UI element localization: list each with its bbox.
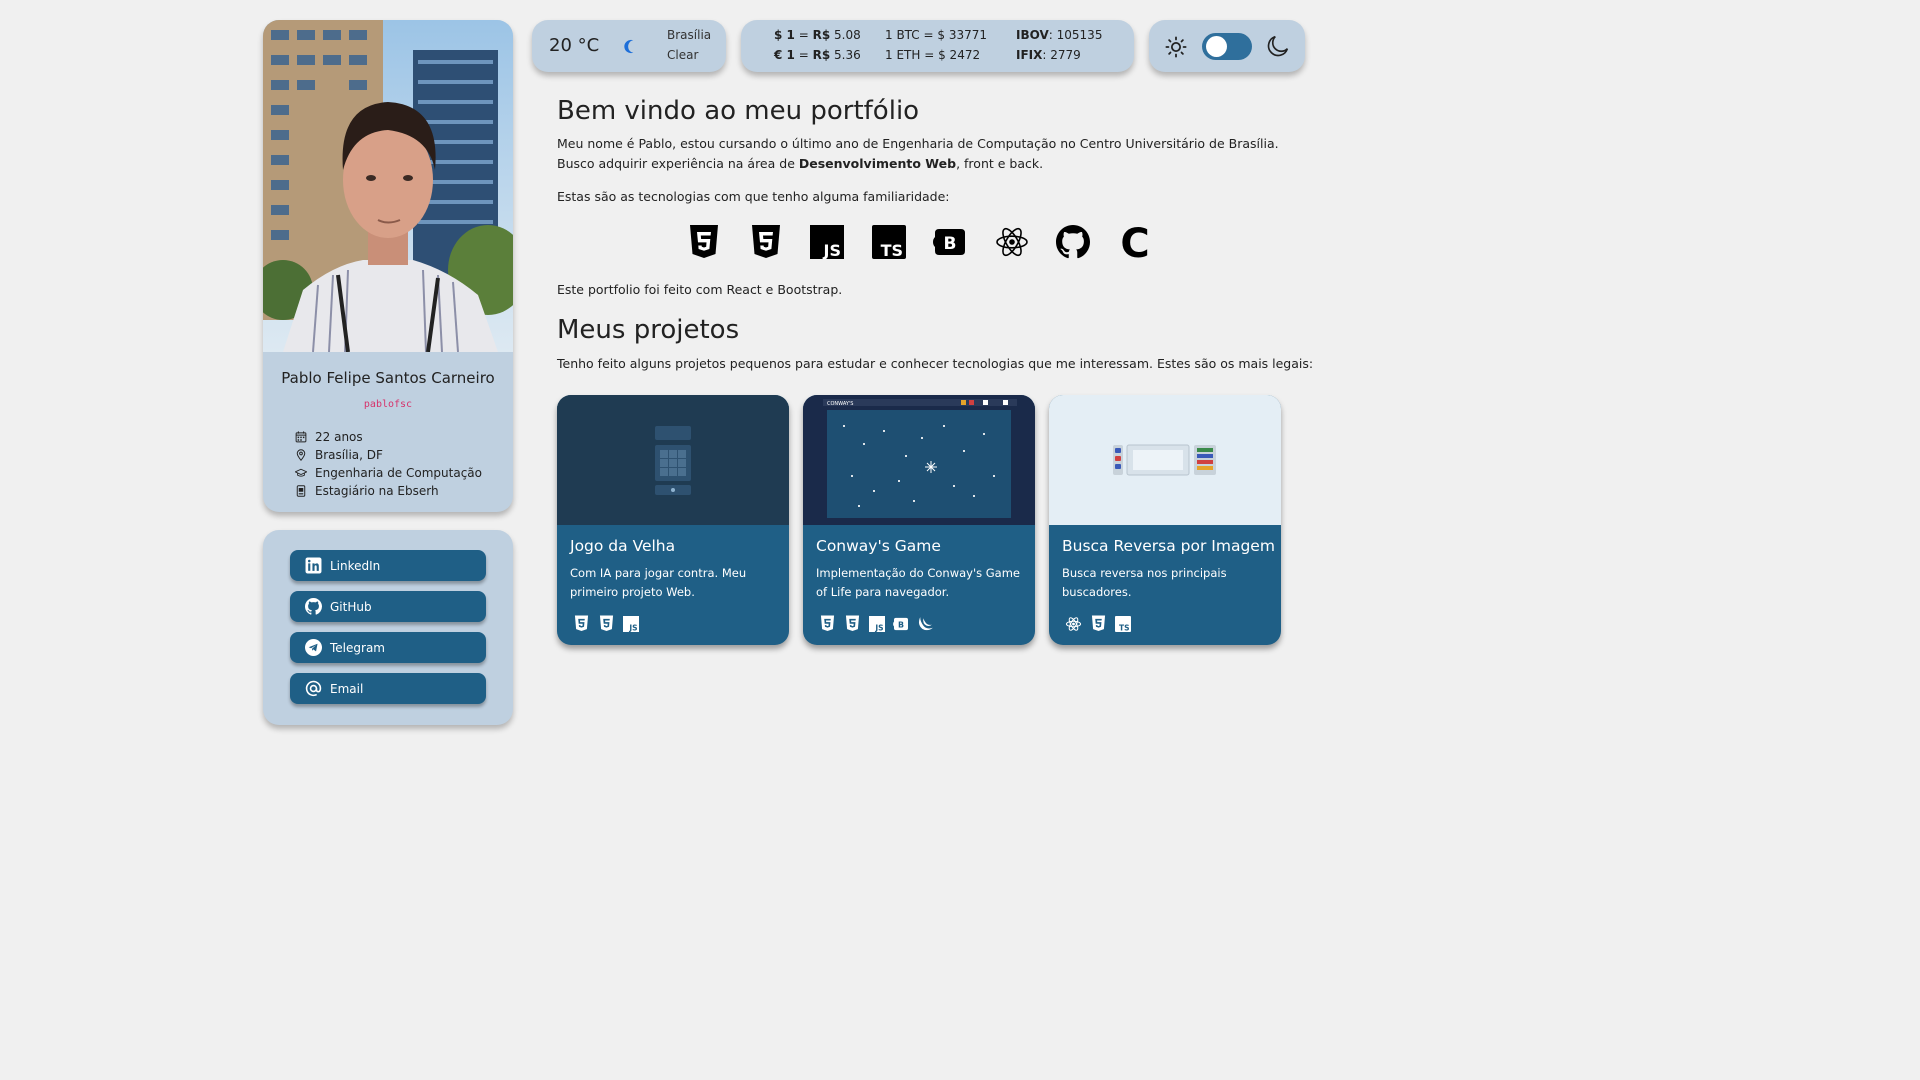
info-job: Estagiário na Ebserh (295, 482, 482, 500)
badge-icon (296, 485, 306, 497)
project-card-conways-game[interactable]: CONWAY'S Conway's Game Implementação do … (803, 395, 1035, 645)
telegram-button[interactable]: Telegram (290, 632, 486, 663)
info-age-text: 22 anos (315, 430, 363, 444)
info-age: 22 anos (295, 428, 482, 446)
projects-intro: Tenho feito alguns projetos pequenos par… (557, 356, 1314, 371)
svg-text:JS: JS (823, 241, 841, 259)
github-label: GitHub (330, 599, 372, 614)
project-tech-icons: JS (573, 615, 647, 632)
telegram-label: Telegram (330, 640, 385, 655)
svg-text:CONWAY'S: CONWAY'S (827, 401, 853, 407)
rate-usd: $ 1 = R$ 5.08 (774, 28, 861, 42)
react-icon (994, 224, 1030, 260)
technology-icons: JS TS B C (686, 224, 1178, 260)
project-description: Com IA para jogar contra. Meu primeiro p… (570, 566, 747, 599)
javascript-icon: JS (622, 615, 639, 632)
profile-photo (263, 20, 513, 352)
css3-icon (748, 224, 784, 260)
project-description: Implementação do Conway's Game of Life p… (816, 566, 1020, 599)
project-tech-icons: JS B (819, 615, 942, 632)
rate-ibov: IBOV: 105135 (1016, 28, 1103, 42)
project-thumbnail (557, 395, 789, 525)
social-links-card: LinkedIn GitHub Telegram Email (263, 530, 513, 725)
weather-city: Brasília (667, 28, 712, 42)
project-card-jogo-da-velha[interactable]: Jogo da Velha Com IA para jogar contra. … (557, 395, 789, 645)
theme-switcher (1149, 20, 1305, 72)
github-icon (1055, 224, 1091, 260)
svg-text:TS: TS (1119, 623, 1130, 631)
linkedin-icon (305, 557, 322, 574)
jquery-icon (917, 615, 934, 632)
telegram-icon (305, 639, 322, 656)
github-icon (305, 598, 322, 615)
javascript-icon: JS (809, 224, 845, 260)
svg-text:TS: TS (880, 241, 902, 259)
weather-widget: 20 °C Brasília Clear (532, 20, 726, 72)
react-icon (1065, 615, 1082, 632)
project-card-busca-reversa[interactable]: Busca Reversa por Imagem Busca reversa n… (1049, 395, 1281, 645)
location-pin-icon (296, 449, 306, 461)
technologies-intro: Estas são as tecnologias com que tenho a… (557, 189, 950, 204)
made-with-text: Este portfolio foi feito com React e Boo… (557, 282, 843, 297)
info-location-text: Brasília, DF (315, 448, 383, 462)
linkedin-button[interactable]: LinkedIn (290, 550, 486, 581)
info-course-text: Engenharia de Computação (315, 466, 482, 480)
weather-condition: Clear (667, 48, 699, 62)
svg-text:JS: JS (874, 623, 883, 631)
info-location: Brasília, DF (295, 446, 482, 464)
profile-username: pablofsc (363, 399, 413, 410)
rate-eth: 1 ETH = $ 2472 (885, 48, 981, 62)
svg-text:B: B (944, 234, 957, 254)
css3-icon (844, 615, 861, 632)
welcome-title: Bem vindo ao meu portfólio (557, 96, 920, 126)
html5-icon (686, 224, 722, 260)
email-label: Email (330, 681, 364, 696)
project-title: Busca Reversa por Imagem (1062, 537, 1275, 555)
typescript-icon: TS (871, 224, 907, 260)
weather-temperature: 20 °C (549, 35, 600, 56)
info-course: Engenharia de Computação (295, 464, 482, 482)
html5-icon (819, 615, 836, 632)
linkedin-label: LinkedIn (330, 558, 381, 573)
graduation-cap-icon (295, 468, 307, 477)
svg-text:JS: JS (628, 623, 637, 631)
toggle-knob (1206, 36, 1227, 57)
svg-text:C: C (1120, 224, 1149, 260)
project-tech-icons: TS (1065, 615, 1139, 632)
javascript-icon: JS (868, 615, 885, 632)
intro-paragraph-line1: Meu nome é Pablo, estou cursando o últim… (557, 136, 1279, 151)
bootstrap-icon: B (932, 224, 968, 260)
project-thumbnail: CONWAY'S (803, 395, 1035, 525)
css3-icon (1090, 615, 1107, 632)
exchange-rates-widget: $ 1 = R$ 5.08 € 1 = R$ 5.36 1 BTC = $ 33… (741, 20, 1134, 72)
intro-paragraph-line2: Busco adquirir experiência na área de De… (557, 156, 1044, 171)
rate-ifix: IFIX: 2779 (1016, 48, 1081, 62)
dark-mode-toggle[interactable] (1202, 33, 1252, 60)
profile-card: Pablo Felipe Santos Carneiro pablofsc 22… (263, 20, 513, 512)
html5-icon (573, 615, 590, 632)
sun-icon (1165, 36, 1187, 58)
css3-icon (598, 615, 615, 632)
email-button[interactable]: Email (290, 673, 486, 704)
svg-text:B: B (898, 620, 904, 629)
at-sign-icon (305, 680, 322, 697)
project-title: Conway's Game (816, 537, 941, 555)
bootstrap-icon: B (893, 615, 910, 632)
project-title: Jogo da Velha (570, 537, 676, 555)
rate-eur: € 1 = R$ 5.36 (774, 48, 861, 62)
info-job-text: Estagiário na Ebserh (315, 484, 439, 498)
profile-info-list: 22 anos Brasília, DF Engenharia de Compu… (295, 428, 482, 500)
github-button[interactable]: GitHub (290, 591, 486, 622)
rate-btc: 1 BTC = $ 33771 (885, 28, 988, 42)
projects-title: Meus projetos (557, 315, 740, 345)
project-description: Busca reversa nos principais buscadores. (1062, 566, 1227, 599)
c-language-icon: C (1117, 224, 1153, 260)
profile-name: Pablo Felipe Santos Carneiro (281, 369, 495, 387)
calendar-icon (295, 431, 307, 443)
moon-icon (1267, 35, 1289, 57)
typescript-icon: TS (1114, 615, 1131, 632)
moon-icon (624, 39, 634, 54)
project-thumbnail (1049, 395, 1281, 525)
